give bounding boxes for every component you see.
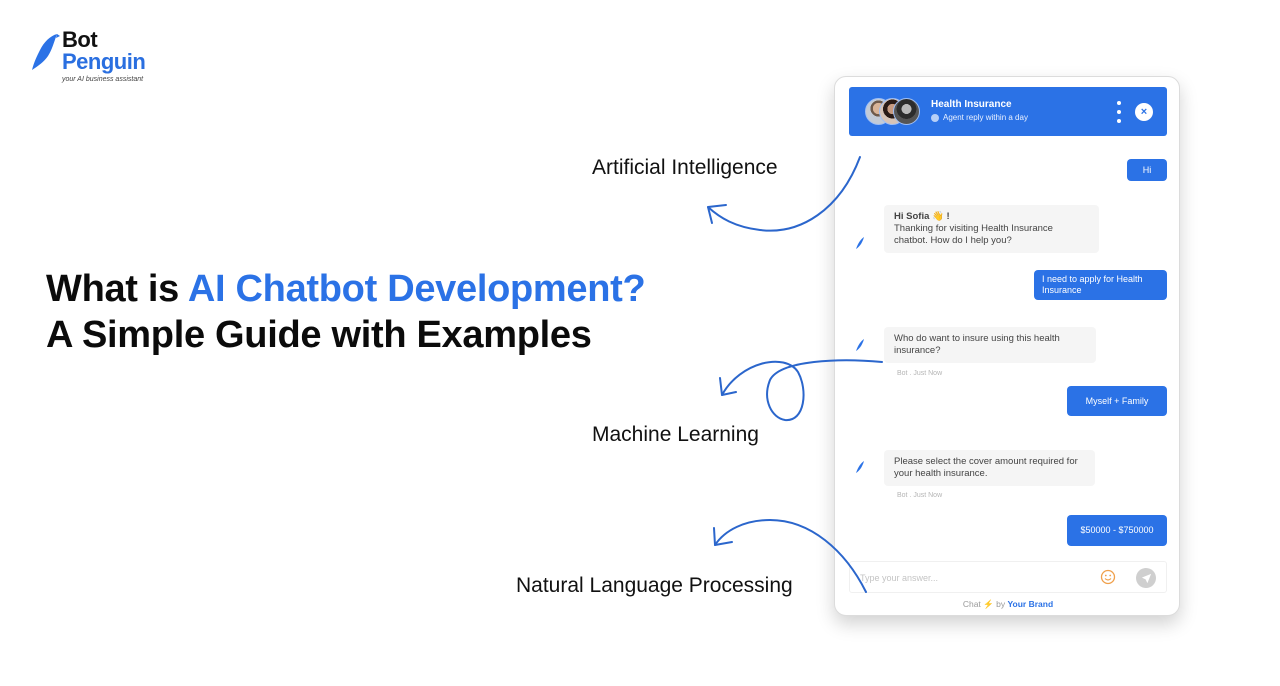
user-message: Hi	[1127, 159, 1167, 181]
bot-message: Please select the cover amount required …	[884, 450, 1095, 486]
close-button[interactable]: ×	[1135, 103, 1153, 121]
send-button[interactable]	[1136, 568, 1156, 588]
chat-header: Health Insurance Agent reply within a da…	[849, 87, 1167, 136]
bot-avatar-icon	[856, 461, 864, 473]
message-meta: Bot . Just Now	[897, 370, 943, 377]
chat-title: Health Insurance	[931, 99, 1012, 110]
arrow-ml-head	[719, 377, 737, 396]
user-message: I need to apply for Health Insurance	[1034, 270, 1167, 300]
title-accent: AI Chatbot Development?	[187, 268, 646, 310]
bot-greeting: Hi Sofia 👋 !	[894, 211, 950, 222]
avatar	[893, 98, 920, 125]
brand-link[interactable]: Your Brand	[1008, 599, 1054, 609]
agent-avatars	[865, 98, 929, 126]
chat-subtitle: Agent reply within a day	[931, 113, 1028, 122]
send-icon	[1141, 573, 1151, 583]
botpenguin-logo[interactable]: Bot Penguin your AI business assistant	[28, 28, 168, 88]
emoji-icon[interactable]	[1100, 569, 1116, 585]
message-meta: Bot . Just Now	[897, 492, 943, 499]
title-part-1: What is	[46, 268, 188, 310]
chat-subtitle-text: Agent reply within a day	[943, 113, 1028, 122]
topic-artificial-intelligence: Artificial Intelligence	[592, 156, 778, 179]
bot-message: Hi Sofia 👋 ! Thanking for visiting Healt…	[884, 205, 1099, 253]
status-icon	[931, 113, 939, 122]
bot-avatar-icon	[856, 237, 864, 249]
bolt-icon: ⚡	[983, 599, 994, 609]
powered-chat: Chat	[962, 599, 981, 609]
chat-widget: Health Insurance Agent reply within a da…	[834, 76, 1180, 616]
answer-input[interactable]	[860, 569, 1070, 587]
chat-composer	[849, 561, 1167, 593]
arrow-nlp-head	[713, 527, 733, 546]
topic-natural-language-processing: Natural Language Processing	[516, 574, 793, 597]
logo-text-penguin: Penguin	[62, 49, 146, 74]
bot-message: Who do want to insure using this health …	[884, 327, 1096, 363]
topic-machine-learning: Machine Learning	[592, 423, 759, 446]
powered-by: Chat ⚡ by Your Brand	[835, 599, 1181, 610]
arrow-ai-head	[707, 204, 727, 224]
powered-by-text: by	[996, 599, 1006, 609]
user-message: $50000 - $750000	[1067, 515, 1167, 546]
page-title: What is AI Chatbot Development? A Simple…	[46, 266, 666, 358]
more-options-icon[interactable]	[1115, 101, 1123, 123]
logo-tagline: your AI business assistant	[62, 76, 144, 83]
bot-avatar-icon	[856, 339, 864, 351]
bot-message-text: Thanking for visiting Health Insurance c…	[894, 223, 1053, 246]
penguin-logo-icon	[32, 34, 60, 70]
title-part-2: A Simple Guide with Examples	[46, 314, 592, 356]
user-message: Myself + Family	[1067, 386, 1167, 416]
